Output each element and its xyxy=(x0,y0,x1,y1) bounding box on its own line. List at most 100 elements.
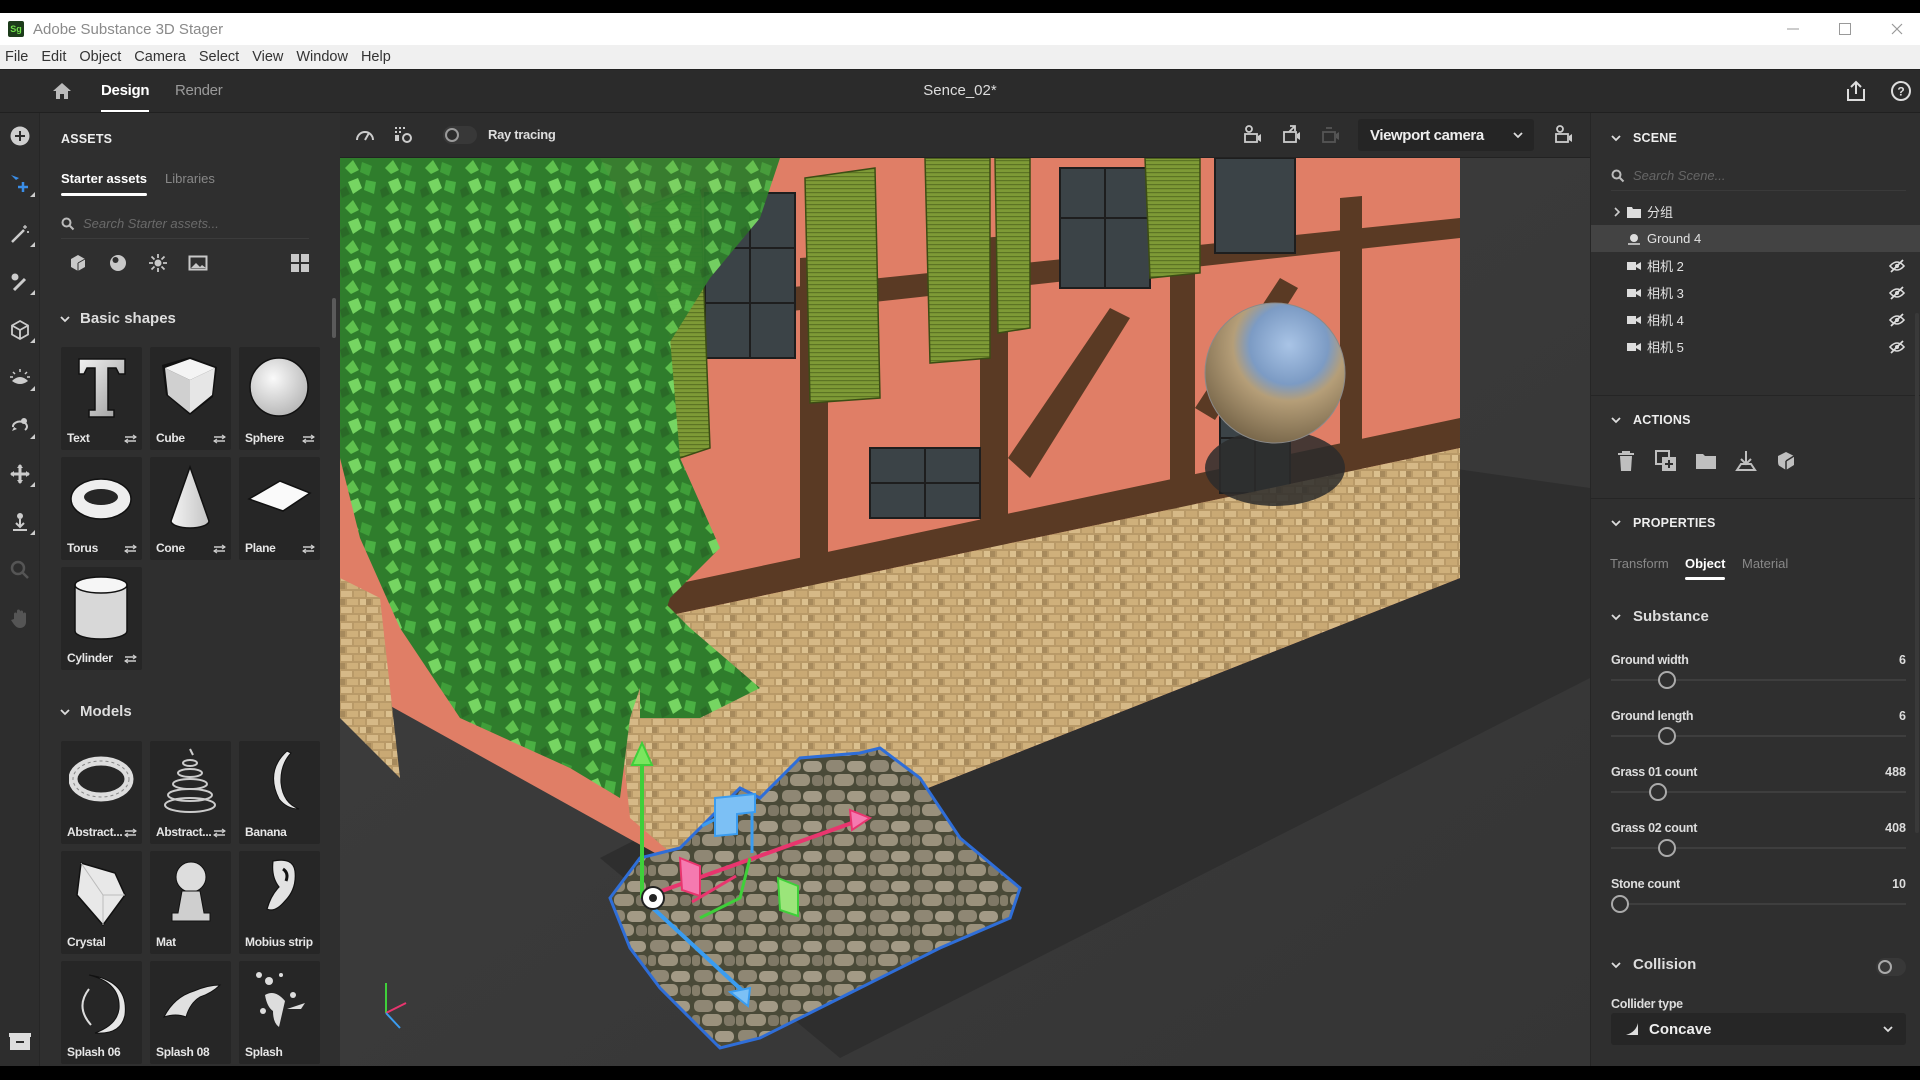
slider-thumb[interactable] xyxy=(1658,727,1677,745)
close-button[interactable] xyxy=(1872,13,1920,45)
options-icon[interactable] xyxy=(213,543,226,555)
group-basic-shapes[interactable]: Basic shapes xyxy=(60,310,176,327)
slider-grass-01-count[interactable]: Grass 01 count 488 xyxy=(1611,765,1906,820)
menu-file[interactable]: File xyxy=(0,49,36,65)
asset-tile-banana[interactable]: Banana xyxy=(239,741,320,844)
transform-tool[interactable] xyxy=(9,463,35,487)
slider-ground-length[interactable]: Ground length 6 xyxy=(1611,709,1906,764)
scene-item-camera-3[interactable]: 相机 3 xyxy=(1591,279,1920,306)
camera-select[interactable]: Viewport camera xyxy=(1358,119,1534,151)
tab-render[interactable]: Render xyxy=(175,82,223,99)
slider-value[interactable]: 408 xyxy=(1885,821,1906,835)
models-filter-icon[interactable] xyxy=(68,253,88,273)
slider-thumb[interactable] xyxy=(1658,839,1677,857)
home-icon[interactable] xyxy=(52,82,72,100)
slider-value[interactable]: 6 xyxy=(1899,653,1906,667)
tab-starter-assets[interactable]: Starter assets xyxy=(61,171,147,196)
collider-type-select[interactable]: Concave xyxy=(1611,1013,1906,1045)
options-icon[interactable] xyxy=(302,543,315,555)
scene-item-camera-5[interactable]: 相机 5 xyxy=(1591,333,1920,360)
options-icon[interactable] xyxy=(213,827,226,839)
scene-search-input[interactable]: Search Scene... xyxy=(1633,168,1726,183)
camera-reset-icon[interactable] xyxy=(1320,124,1342,146)
maximize-button[interactable] xyxy=(1820,13,1870,45)
asset-tile-abstract-1[interactable]: Abstract... xyxy=(61,741,142,844)
slider-track[interactable] xyxy=(1611,735,1906,737)
slider-track[interactable] xyxy=(1611,903,1906,905)
slider-ground-width[interactable]: Ground width 6 xyxy=(1611,653,1906,708)
options-icon[interactable] xyxy=(124,543,137,555)
slider-thumb[interactable] xyxy=(1658,671,1677,689)
share-icon[interactable] xyxy=(1845,80,1867,102)
3d-viewport[interactable] xyxy=(340,158,1590,1066)
select-move-tool[interactable] xyxy=(9,173,35,197)
slider-value[interactable]: 10 xyxy=(1892,877,1906,891)
drop-to-floor-icon[interactable] xyxy=(1735,450,1757,472)
asset-tile-mat[interactable]: Mat xyxy=(150,851,231,954)
asset-tile-splash[interactable]: Splash xyxy=(239,961,320,1064)
group-models[interactable]: Models xyxy=(60,703,132,720)
tab-design[interactable]: Design xyxy=(101,82,150,112)
asset-tile-mobius[interactable]: Mobius strip xyxy=(239,851,320,954)
asset-tile-crystal[interactable]: Crystal xyxy=(61,851,142,954)
slider-stone-count[interactable]: Stone count 10 xyxy=(1610,877,1906,932)
camera-bookmark-icon[interactable] xyxy=(1242,124,1264,146)
substance-group-header[interactable]: Substance xyxy=(1611,608,1709,625)
scene-item-group[interactable]: 分组 xyxy=(1591,198,1920,225)
options-icon[interactable] xyxy=(213,433,226,445)
asset-tile-text[interactable]: Text xyxy=(61,347,142,450)
menu-edit[interactable]: Edit xyxy=(36,49,74,65)
hand-icon[interactable] xyxy=(9,607,31,629)
menu-help[interactable]: Help xyxy=(356,49,399,65)
ray-tracing-toggle[interactable] xyxy=(443,126,477,144)
object-tool[interactable] xyxy=(9,319,35,343)
delete-icon[interactable] xyxy=(1615,450,1637,472)
scene-item-camera-4[interactable]: 相机 4 xyxy=(1591,306,1920,333)
minimize-button[interactable] xyxy=(1768,13,1818,45)
visibility-hidden-icon[interactable] xyxy=(1889,285,1905,300)
visibility-hidden-icon[interactable] xyxy=(1889,258,1905,273)
assets-search[interactable]: Search Starter assets... xyxy=(61,209,309,239)
group-folder-icon[interactable] xyxy=(1695,450,1717,472)
asset-tile-plane[interactable]: Plane xyxy=(239,457,320,560)
add-icon[interactable] xyxy=(9,125,31,147)
zoom-icon[interactable] xyxy=(9,559,31,581)
images-filter-icon[interactable] xyxy=(188,253,208,273)
slider-thumb[interactable] xyxy=(1610,895,1629,913)
menu-camera[interactable]: Camera xyxy=(129,49,194,65)
chevron-right-icon[interactable] xyxy=(1613,206,1621,217)
scene-section-header[interactable]: SCENE xyxy=(1611,131,1677,145)
menu-object[interactable]: Object xyxy=(74,49,129,65)
lights-filter-icon[interactable] xyxy=(148,253,168,273)
grid-view-icon[interactable] xyxy=(290,253,310,273)
collision-toggle[interactable] xyxy=(1876,958,1906,976)
tab-object[interactable]: Object xyxy=(1685,556,1726,580)
magic-wand-tool[interactable] xyxy=(9,223,35,247)
slider-value[interactable]: 6 xyxy=(1899,709,1906,723)
scene-search[interactable]: Search Scene... xyxy=(1611,161,1906,191)
light-tool[interactable] xyxy=(9,367,35,391)
asset-tile-abstract-2[interactable]: Abstract... xyxy=(150,741,231,844)
properties-scrollbar[interactable] xyxy=(1915,313,1919,833)
collision-group-header[interactable]: Collision xyxy=(1611,956,1696,973)
slider-value[interactable]: 488 xyxy=(1885,765,1906,779)
duplicate-icon[interactable] xyxy=(1655,450,1677,472)
tab-material[interactable]: Material xyxy=(1742,556,1788,571)
help-icon[interactable]: ? xyxy=(1890,80,1912,102)
slider-grass-02-count[interactable]: Grass 02 count 408 xyxy=(1611,821,1906,876)
eyedropper-tool[interactable] xyxy=(9,271,35,295)
scene-item-camera-2[interactable]: 相机 2 xyxy=(1591,252,1920,279)
asset-tile-splash-06[interactable]: Splash 06 xyxy=(61,961,142,1064)
tab-transform[interactable]: Transform xyxy=(1610,556,1669,571)
assets-search-input[interactable]: Search Starter assets... xyxy=(83,216,219,231)
tab-libraries[interactable]: Libraries xyxy=(165,171,215,186)
camera-view-icon[interactable] xyxy=(1553,124,1575,146)
asset-tile-cone[interactable]: Cone xyxy=(150,457,231,560)
asset-tile-cylinder[interactable]: Cylinder xyxy=(61,567,142,670)
visibility-hidden-icon[interactable] xyxy=(1889,339,1905,354)
slider-track[interactable] xyxy=(1611,847,1906,849)
asset-tile-splash-08[interactable]: Splash 08 xyxy=(150,961,231,1064)
asset-tile-cube[interactable]: Cube xyxy=(150,347,231,450)
drop-to-ground-tool[interactable] xyxy=(9,511,35,535)
visibility-hidden-icon[interactable] xyxy=(1889,312,1905,327)
